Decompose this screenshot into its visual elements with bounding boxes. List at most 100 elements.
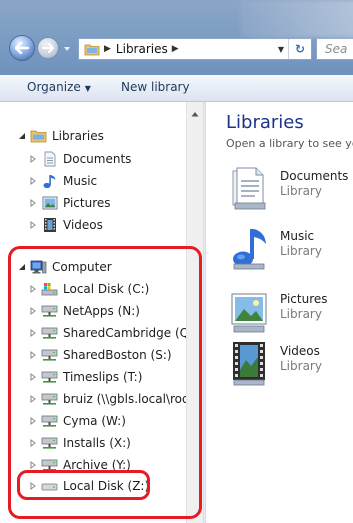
nav-label: Timeslips (T:)	[63, 370, 143, 384]
expanded-triangle-icon[interactable]	[17, 262, 27, 272]
nav-label: Local Disk (C:)	[63, 282, 150, 296]
nav-label: Videos	[63, 218, 103, 232]
computer-icon	[30, 259, 47, 275]
nav-item-documents[interactable]: Documents	[28, 150, 131, 168]
nav-label: NetApps (N:)	[63, 304, 140, 318]
documents-icon	[41, 151, 58, 167]
network-drive-icon	[41, 369, 58, 385]
library-type: Library	[280, 359, 322, 373]
organize-label: Organize	[27, 80, 81, 94]
nav-item-drive[interactable]: Local Disk (Z:)	[28, 477, 149, 495]
network-drive-icon	[41, 457, 58, 473]
pictures-library-icon	[231, 293, 267, 333]
collapsed-triangle-icon[interactable]	[28, 306, 38, 316]
library-type: Library	[280, 307, 322, 321]
nav-item-drive[interactable]: NetApps (N:)	[28, 302, 140, 320]
nav-item-computer[interactable]: Computer	[17, 258, 112, 276]
scroll-up-button[interactable]	[187, 108, 203, 120]
music-icon	[41, 173, 58, 189]
breadcrumb-separator-icon[interactable]: ▶	[104, 44, 111, 54]
collapsed-triangle-icon[interactable]	[28, 438, 38, 448]
network-drive-icon	[41, 391, 58, 407]
collapsed-triangle-icon[interactable]	[28, 350, 38, 360]
nav-label: Computer	[52, 260, 112, 274]
library-item-pictures[interactable]: Pictures Library	[230, 288, 353, 338]
documents-library-icon	[232, 167, 266, 210]
nav-label: Archive (Y:)	[63, 458, 131, 472]
nav-item-libraries[interactable]: Libraries	[17, 127, 104, 145]
nav-item-drive[interactable]: Cyma (W:)	[28, 412, 126, 430]
nav-label: Installs (X:)	[63, 436, 131, 450]
search-input[interactable]: Sea	[316, 38, 353, 60]
nav-item-videos[interactable]: Videos	[28, 216, 103, 234]
refresh-icon: ↻	[294, 42, 306, 56]
library-name: Documents	[280, 169, 349, 183]
nav-label: Music	[63, 174, 98, 188]
nav-item-music[interactable]: Music	[28, 172, 97, 190]
navigation-scrollbar[interactable]	[186, 102, 203, 523]
removable-disk-icon	[41, 478, 58, 494]
forward-button[interactable]	[37, 37, 59, 59]
videos-library-icon	[233, 342, 265, 386]
nav-label: bruiz (\\gbls.local\root	[63, 392, 195, 406]
library-name: Videos	[280, 344, 320, 358]
libraries-folder-icon	[84, 44, 100, 56]
nav-item-drive[interactable]: SharedCambridge (Q:)	[28, 324, 198, 342]
expanded-triangle-icon[interactable]	[17, 131, 27, 141]
nav-item-drive[interactable]: SharedBoston (S:)	[28, 346, 172, 364]
pictures-icon	[41, 195, 58, 211]
address-bar[interactable]: ▶ Libraries ▶ ▼ ↻	[78, 38, 312, 60]
nav-item-drive[interactable]: Archive (Y:)	[28, 456, 131, 474]
address-dropdown-icon[interactable]: ▼	[278, 45, 284, 54]
nav-item-drive[interactable]: bruiz (\\gbls.local\root	[28, 390, 194, 408]
nav-label: SharedCambridge (Q:)	[63, 326, 198, 340]
library-type: Library	[280, 244, 322, 258]
collapsed-triangle-icon[interactable]	[28, 481, 38, 491]
recent-pages-dropdown-icon[interactable]	[62, 44, 72, 54]
nav-label: Pictures	[63, 196, 111, 210]
library-item-music[interactable]: Music Library	[230, 225, 353, 275]
nav-item-drive[interactable]: Installs (X:)	[28, 434, 131, 452]
back-arrow-icon	[15, 42, 29, 54]
library-item-videos[interactable]: Videos Library	[230, 340, 353, 390]
network-drive-icon	[41, 413, 58, 429]
new-library-button[interactable]: New library	[121, 80, 190, 94]
refresh-button[interactable]: ↻	[288, 39, 311, 59]
page-subtitle: Open a library to see yo	[226, 137, 353, 150]
music-library-icon	[233, 229, 266, 270]
collapsed-triangle-icon[interactable]	[28, 176, 38, 186]
back-button[interactable]	[9, 35, 35, 61]
library-item-documents[interactable]: Documents Library	[230, 165, 353, 215]
nav-label: SharedBoston (S:)	[63, 348, 172, 362]
collapsed-triangle-icon[interactable]	[28, 154, 38, 164]
library-type: Library	[280, 184, 322, 198]
chevron-down-icon: ▼	[84, 84, 91, 93]
videos-icon	[41, 217, 58, 233]
nav-item-drive[interactable]: Timeslips (T:)	[28, 368, 142, 386]
nav-item-drive[interactable]: Local Disk (C:)	[28, 280, 149, 298]
nav-label: Cyma (W:)	[63, 414, 126, 428]
network-drive-icon	[41, 325, 58, 341]
breadcrumb-libraries[interactable]: Libraries	[116, 42, 168, 56]
collapsed-triangle-icon[interactable]	[28, 416, 38, 426]
network-drive-icon	[41, 347, 58, 363]
collapsed-triangle-icon[interactable]	[28, 220, 38, 230]
collapsed-triangle-icon[interactable]	[28, 198, 38, 208]
collapsed-triangle-icon[interactable]	[28, 460, 38, 470]
breadcrumb-separator-icon[interactable]: ▶	[172, 44, 179, 54]
network-drive-icon	[41, 435, 58, 451]
nav-label: Libraries	[52, 129, 104, 143]
organize-button[interactable]: Organize ▼	[27, 80, 91, 94]
nav-item-pictures[interactable]: Pictures	[28, 194, 111, 212]
nav-label: Local Disk (Z:)	[63, 479, 150, 493]
local-disk-icon	[41, 281, 58, 297]
collapsed-triangle-icon[interactable]	[28, 372, 38, 382]
collapsed-triangle-icon[interactable]	[28, 328, 38, 338]
chevron-up-icon	[191, 112, 199, 117]
forward-arrow-icon	[42, 43, 54, 53]
collapsed-triangle-icon[interactable]	[28, 394, 38, 404]
nav-label: Documents	[63, 152, 132, 166]
title-bar: ▶ Libraries ▶ ▼ ↻ Sea	[0, 0, 353, 75]
library-name: Music	[280, 229, 315, 243]
collapsed-triangle-icon[interactable]	[28, 284, 38, 294]
